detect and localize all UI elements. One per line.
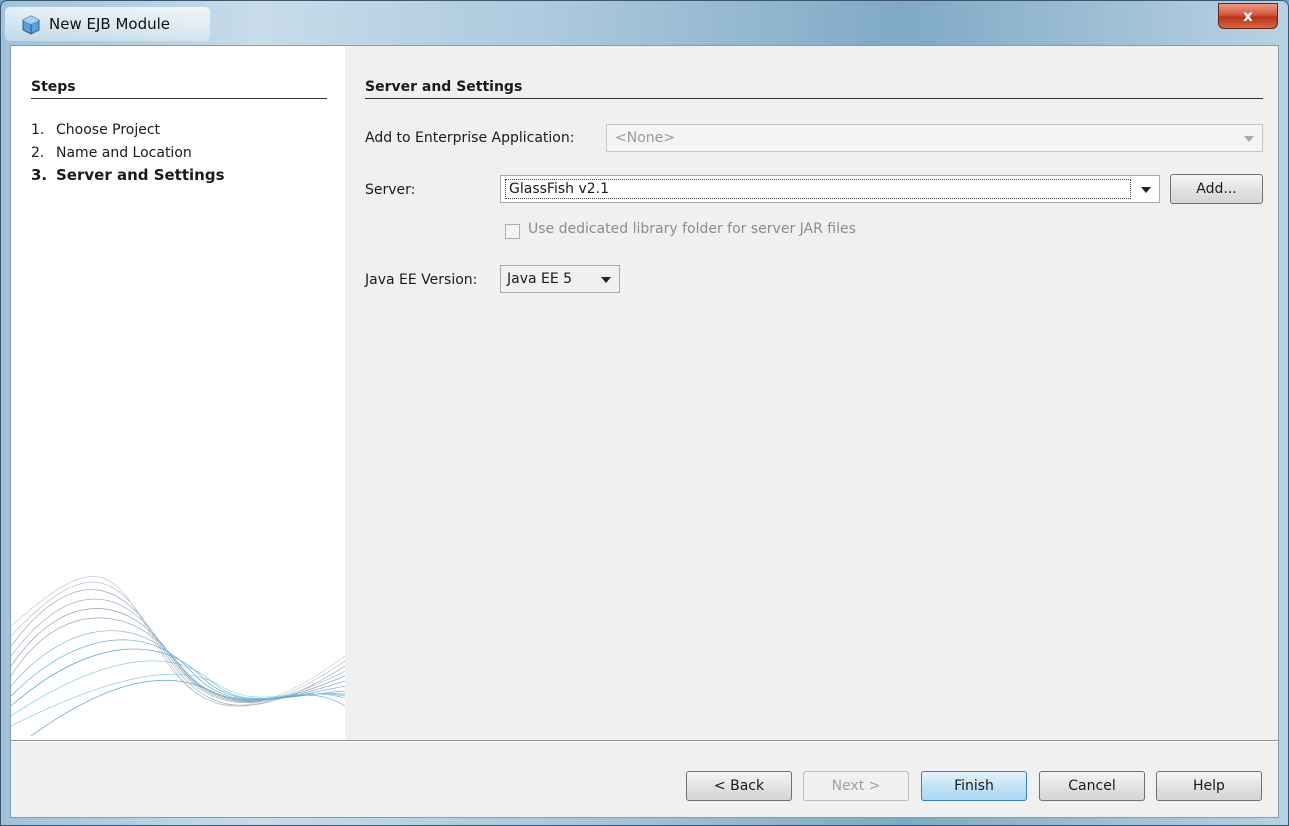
steps-panel: Steps 1. Choose Project 2. Name and Locati… [11,46,345,740]
server-combo[interactable]: GlassFish v2.1 [500,175,1160,203]
enterprise-app-value: <None> [615,130,675,146]
finish-button[interactable]: Finish [921,771,1027,801]
back-button[interactable]: < Back [686,771,792,801]
step-number: 1. [31,122,45,138]
decorative-wave-graphic [11,576,345,737]
javaee-version-label: Java EE Version: [365,272,478,288]
close-button[interactable]: x [1218,3,1278,29]
cancel-button[interactable]: Cancel [1039,771,1145,801]
window-title: New EJB Module [49,15,170,33]
help-button[interactable]: Help [1156,771,1262,801]
step-label: Server and Settings [56,166,225,184]
server-value: GlassFish v2.1 [509,181,609,197]
netbeans-cube-icon [22,15,40,35]
close-icon: x [1243,7,1253,25]
enterprise-app-combo[interactable]: <None> [606,124,1263,152]
chevron-down-icon [1141,187,1151,193]
dialog-client: Steps 1. Choose Project 2. Name and Locati… [10,45,1279,818]
javaee-version-value: Java EE 5 [507,271,573,287]
add-server-button[interactable]: Add... [1170,174,1263,204]
step-name-and-location: 2. Name and Location [31,145,192,161]
section-title: Server and Settings [365,79,1263,99]
step-number: 2. [31,145,45,161]
chevron-down-icon [1244,136,1254,142]
step-server-and-settings: 3. Server and Settings [31,166,225,184]
step-choose-project: 1. Choose Project [31,122,160,138]
chevron-down-icon [601,277,611,283]
steps-heading: Steps [31,79,327,99]
enterprise-app-label: Add to Enterprise Application: [365,130,575,146]
step-label: Name and Location [56,145,192,161]
title-bar[interactable]: New EJB Module x [1,1,1288,45]
dialog-window: New EJB Module x Steps 1. Choose Project … [0,0,1289,826]
next-button[interactable]: Next > [803,771,909,801]
dedicated-lib-checkbox[interactable] [505,224,520,239]
server-label: Server: [365,182,416,198]
button-separator [11,740,1278,742]
step-label: Choose Project [56,122,161,138]
dedicated-lib-label: Use dedicated library folder for server … [528,221,856,237]
settings-panel: Server and Settings Add to Enterprise Ap… [345,46,1278,740]
javaee-version-combo[interactable]: Java EE 5 [500,265,620,293]
step-number: 3. [31,166,48,184]
